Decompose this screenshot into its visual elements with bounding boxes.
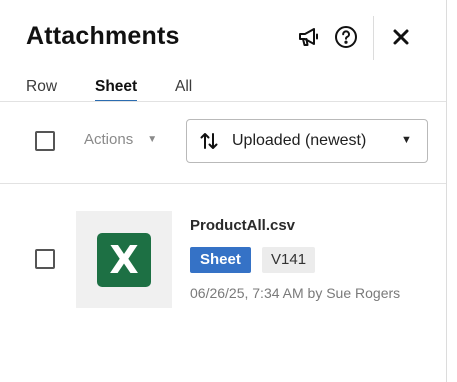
attachment-meta: 06/26/25, 7:34 AM by Sue Rogers xyxy=(190,285,401,301)
actions-dropdown[interactable]: Actions ▼ xyxy=(84,131,157,148)
attachment-filename[interactable]: ProductAll.csv xyxy=(190,217,295,234)
tab-sheet[interactable]: Sheet xyxy=(95,78,138,102)
help-icon[interactable] xyxy=(333,24,359,50)
scope-badge: Sheet xyxy=(190,247,251,273)
close-icon[interactable] xyxy=(388,24,414,50)
chevron-down-icon: ▼ xyxy=(147,134,158,145)
file-thumbnail[interactable]: X xyxy=(76,211,172,308)
sort-arrows-icon xyxy=(200,133,218,149)
panel-title: Attachments xyxy=(26,22,180,50)
tab-row[interactable]: Row xyxy=(26,78,57,100)
select-all-checkbox[interactable] xyxy=(35,131,55,151)
header-separator xyxy=(373,16,374,60)
excel-icon: X xyxy=(97,232,151,287)
version-badge: V141 xyxy=(262,247,316,273)
actions-label: Actions xyxy=(84,131,134,148)
chevron-down-icon: ▼ xyxy=(401,134,412,146)
attachment-checkbox[interactable] xyxy=(35,249,55,269)
tab-all[interactable]: All xyxy=(175,78,192,100)
tabs-divider xyxy=(0,101,446,102)
sort-select[interactable]: Uploaded (newest) ▼ xyxy=(186,119,428,163)
megaphone-icon[interactable] xyxy=(296,24,322,50)
attachments-panel: Attachments Row Sheet All Actions ▼ Uplo… xyxy=(0,0,447,382)
toolbar-divider xyxy=(0,183,446,184)
sort-selected-value: Uploaded (newest) xyxy=(232,132,367,149)
